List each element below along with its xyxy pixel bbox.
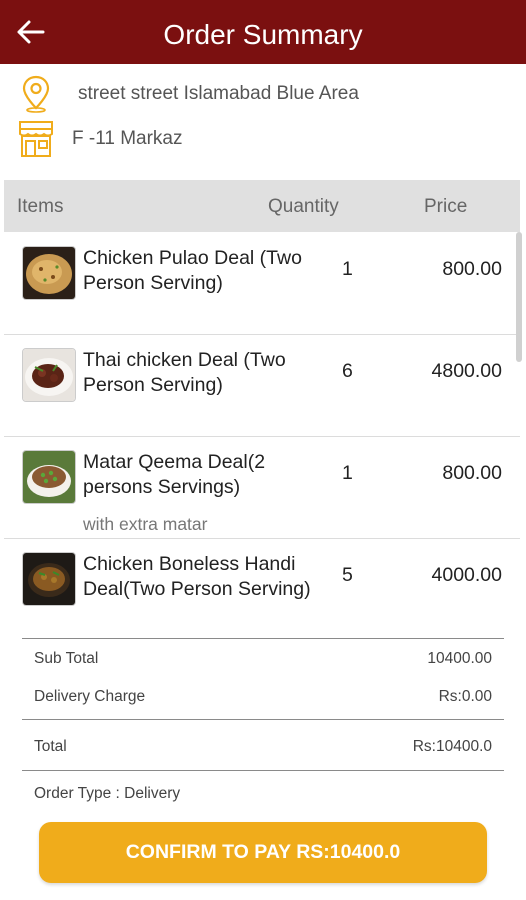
confirm-pay-button[interactable]: CONFIRM TO PAY RS:10400.0	[39, 822, 487, 883]
subtotal-value: 10400.00	[427, 650, 492, 667]
order-items-table[interactable]: Items Quantity Price Chicken Pulao Deal …	[4, 180, 520, 610]
item-price: 800.00	[442, 258, 502, 280]
table-row[interactable]: Chicken Boneless Handi Deal(Two Person S…	[4, 538, 520, 610]
item-name: Chicken Boneless Handi Deal(Two Person S…	[83, 553, 311, 600]
item-quantity: 1	[342, 462, 353, 484]
header-items: Items	[17, 196, 64, 217]
food-thumbnail	[22, 348, 76, 402]
total-value: Rs:10400.0	[412, 738, 492, 755]
header-price: Price	[424, 196, 468, 217]
delivery-value: Rs:0.00	[438, 688, 492, 705]
food-thumbnail	[22, 450, 76, 504]
item-price: 4000.00	[431, 564, 503, 586]
page-title: Order Summary	[163, 19, 363, 50]
total-label: Total	[34, 738, 67, 755]
item-name: Chicken Pulao Deal (Two Person Serving)	[83, 247, 302, 294]
item-quantity: 1	[342, 258, 353, 280]
item-name: Thai chicken Deal (Two Person Serving)	[83, 349, 286, 396]
item-price: 4800.00	[431, 360, 503, 382]
subtotal-label: Sub Total	[34, 650, 99, 667]
header-quantity: Quantity	[268, 196, 339, 217]
food-thumbnail	[22, 246, 76, 300]
table-header: Items Quantity Price	[4, 180, 520, 232]
item-price: 800.00	[442, 462, 502, 484]
store-name: F -11 Markaz	[72, 128, 183, 149]
item-quantity: 6	[342, 360, 353, 382]
table-scrollbar[interactable]	[516, 232, 522, 362]
item-name: Matar Qeema Deal(2 persons Servings)	[83, 451, 266, 498]
table-row[interactable]: Matar Qeema Deal(2 persons Servings) wit…	[4, 436, 520, 539]
divider	[22, 770, 504, 771]
app-bar: Order Summary	[0, 0, 526, 64]
item-quantity: 5	[342, 564, 353, 586]
table-row[interactable]: Thai chicken Deal (Two Person Serving) 6…	[4, 334, 520, 437]
delivery-address: street street Islamabad Blue Area	[16, 74, 359, 114]
address-line: street street Islamabad Blue Area	[78, 83, 359, 104]
divider	[22, 638, 504, 639]
order-type: Order Type : Delivery	[34, 785, 181, 802]
store-location: F -11 Markaz	[16, 119, 183, 159]
food-thumbnail	[22, 552, 76, 606]
divider	[22, 719, 504, 720]
item-note: with extra matar	[83, 514, 208, 534]
delivery-label: Delivery Charge	[34, 688, 146, 705]
table-row[interactable]: Chicken Pulao Deal (Two Person Serving) …	[4, 232, 520, 335]
location-pin-icon	[16, 74, 56, 114]
store-icon	[16, 119, 56, 159]
